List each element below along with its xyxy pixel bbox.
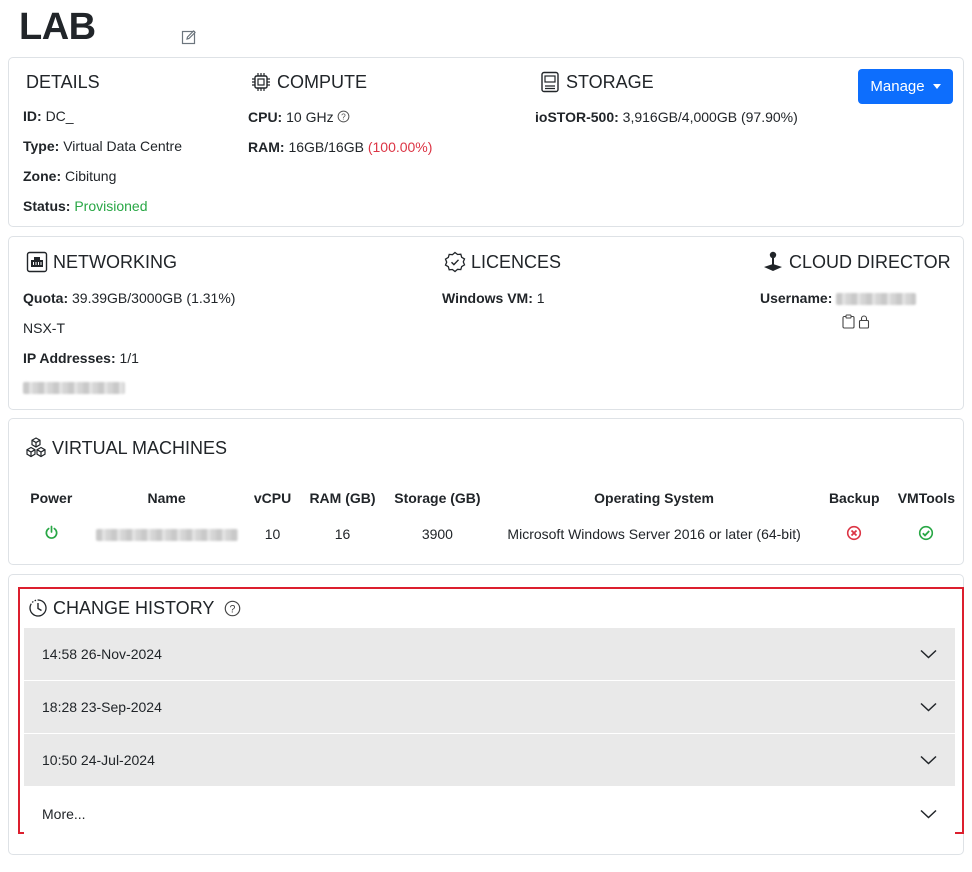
vmtools-cell [890,511,963,557]
history-item[interactable]: 14:58 26-Nov-2024 [24,628,955,680]
edit-icon[interactable] [181,29,197,45]
history-item[interactable]: 18:28 23-Sep-2024 [24,681,955,733]
details-heading: DETAILS [26,72,100,92]
clipboard-icon[interactable] [842,314,855,329]
status-badge: Provisioned [74,198,148,214]
chevron-down-icon [920,809,937,819]
licences-heading: LICENCES [443,250,561,274]
storage-drive-icon [538,70,562,94]
vm-os-cell: Microsoft Windows Server 2016 or later (… [507,526,801,542]
history-item-label: 14:58 26-Nov-2024 [42,646,162,662]
networking-heading: NETWORKING [25,250,177,274]
power-on-icon[interactable] [44,525,59,540]
col-vcpu: vCPU [253,490,292,506]
col-backup: Backup [828,490,880,506]
manage-button[interactable]: Manage [858,69,953,104]
change-history-highlight: CHANGE HISTORY ? 14:58 26-Nov-2024 18:28… [18,587,964,840]
backup-cell [819,511,890,557]
boxes-icon [24,436,48,460]
details-id: ID: DC_ [23,108,74,124]
backup-failed-icon [847,525,862,540]
network-card: NETWORKING Quota: 39.39GB/3000GB (1.31%)… [8,236,964,410]
col-vmtools: VMTools [897,490,955,506]
history-item[interactable]: 10:50 24-Jul-2024 [24,734,955,786]
vmtools-ok-icon [919,525,934,540]
username-redacted [836,293,917,306]
ip-address-redacted [23,379,125,395]
caret-down-icon [932,84,941,89]
vm-table-header: Power Name vCPU RAM (GB) Storage (GB) Op… [15,485,963,511]
network-ip: IP Addresses: 1/1 [23,350,139,366]
history-item-label: 18:28 23-Sep-2024 [42,699,162,715]
network-quota: Quota: 39.39GB/3000GB (1.31%) [23,290,236,306]
storage-usage: ioSTOR-500: 3,916GB/4,000GB (97.90%) [535,109,798,125]
help-icon[interactable]: ? [224,600,241,617]
joystick-icon [761,250,785,274]
cloud-director-username: Username: [760,290,917,306]
vm-storage-cell: 3900 [421,526,453,542]
help-icon[interactable]: ? [337,110,350,123]
page-title: LAB [19,6,96,48]
history-item-label: 10:50 24-Jul-2024 [42,752,155,768]
lock-icon[interactable] [858,314,870,329]
svg-text:?: ? [342,112,347,122]
col-ram: RAM (GB) [309,490,376,506]
vm-vcpu-cell: 10 [264,526,281,542]
chevron-down-icon [920,755,937,765]
col-os: Operating System [594,490,714,506]
history-more[interactable]: More... [24,788,955,840]
col-power: Power [30,490,73,506]
vm-ram-cell: 16 [334,526,351,542]
network-type: NSX-T [23,320,65,336]
details-status: Status: Provisioned [23,198,148,214]
col-storage: Storage (GB) [394,490,481,506]
badge-check-icon [443,250,467,274]
history-clock-icon [27,596,49,620]
credential-actions [842,314,870,329]
vm-name-cell[interactable] [88,511,246,557]
licences-windows: Windows VM: 1 [442,290,545,306]
compute-heading: COMPUTE [249,70,367,94]
summary-card: DETAILS ID: DC_ Type: Virtual Data Centr… [8,57,964,227]
details-zone: Zone: Cibitung [23,168,117,184]
vm-table: Power Name vCPU RAM (GB) Storage (GB) Op… [15,485,963,557]
change-history-heading: CHANGE HISTORY ? [27,596,241,620]
compute-ram: RAM: 16GB/16GB (100.00%) [248,139,433,155]
change-history-card: CHANGE HISTORY ? 14:58 26-Nov-2024 18:28… [8,574,964,855]
chevron-down-icon [920,702,937,712]
history-more-label: More... [42,806,86,822]
details-type: Type: Virtual Data Centre [23,138,183,154]
virtual-machines-heading: VIRTUAL MACHINES [24,436,227,460]
col-name: Name [147,490,186,506]
storage-heading: STORAGE [538,70,654,94]
chevron-down-icon [920,649,937,659]
cloud-director-heading: CLOUD DIRECTOR [761,250,951,274]
cpu-chip-icon [249,70,273,94]
vm-name-redacted [95,529,238,542]
power-cell [15,511,88,557]
network-port-icon [25,250,49,274]
svg-text:?: ? [230,603,236,615]
table-row[interactable]: 10 16 3900 Microsoft Windows Server 2016… [15,511,963,557]
virtual-machines-card: VIRTUAL MACHINES Power Name vCPU RAM (GB… [8,418,964,565]
compute-cpu: CPU: 10 GHz ? [248,109,350,125]
